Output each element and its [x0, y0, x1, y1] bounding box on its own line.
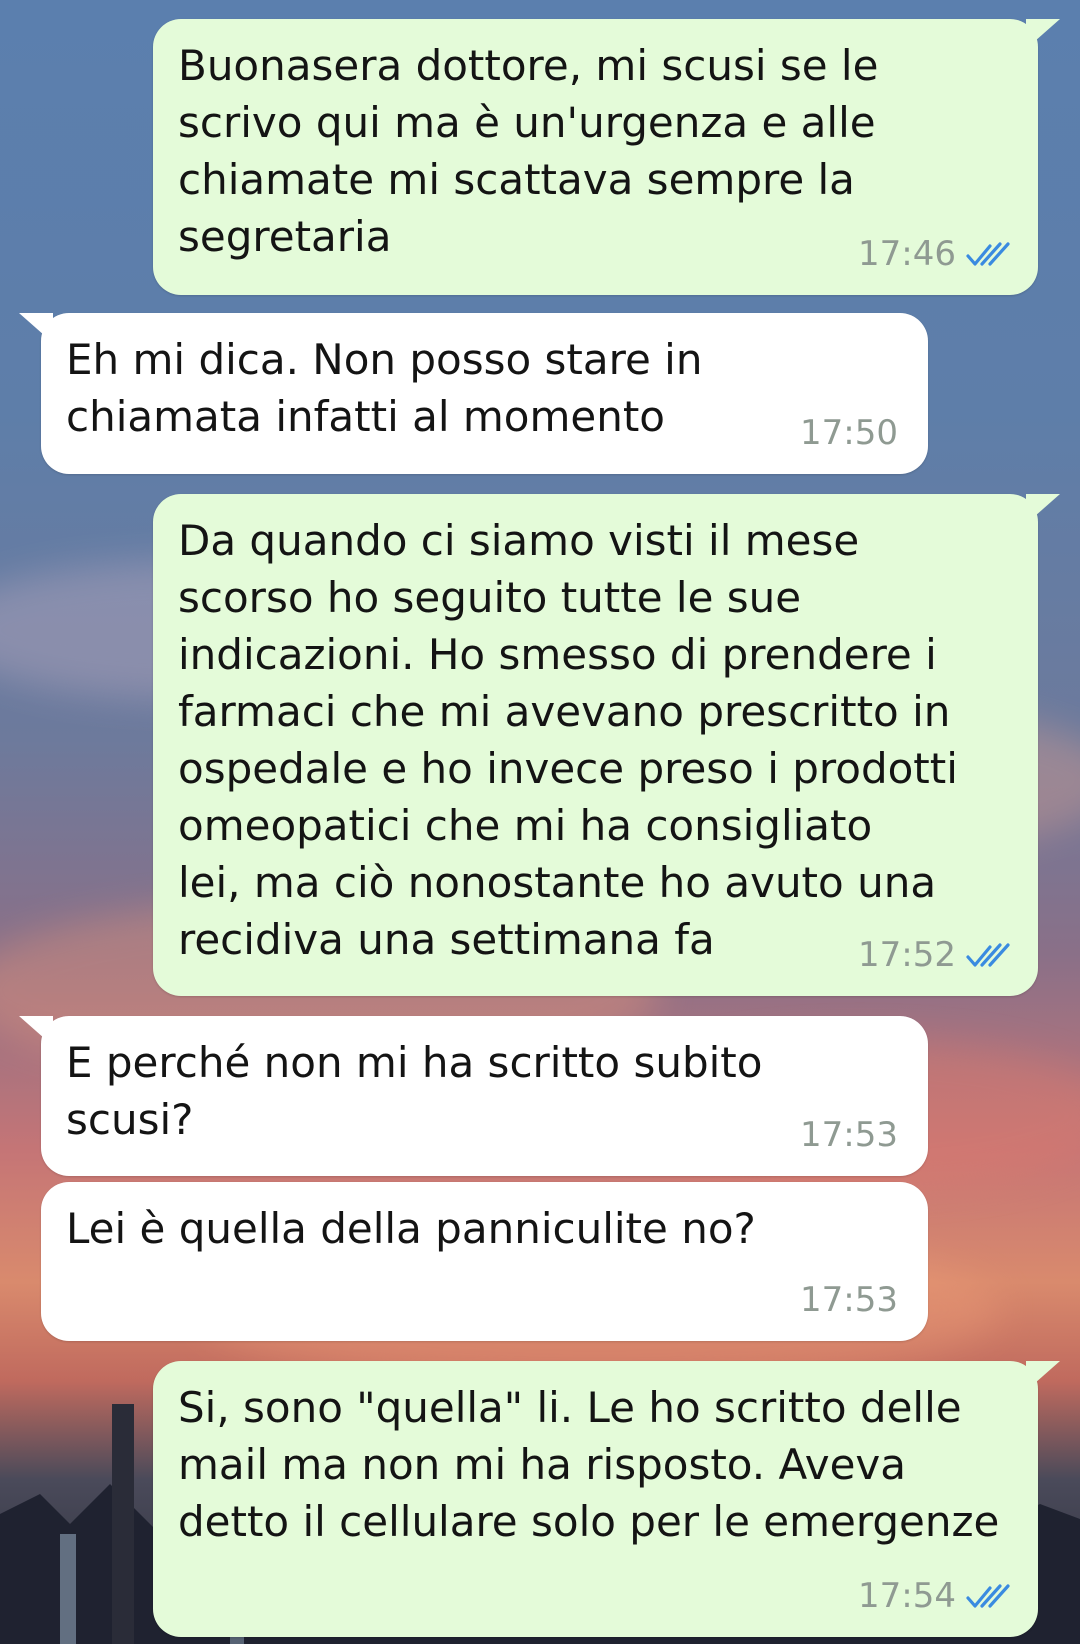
message-time: 17:46 [858, 234, 956, 274]
double-check-read-icon [966, 1583, 1010, 1610]
message-meta: 17:52 [858, 927, 1010, 984]
message-time: 17:54 [858, 1576, 956, 1616]
message-text: Da quando ci siamo visti il mese scorso … [178, 516, 958, 964]
message-bubble-incoming[interactable]: Eh mi dica. Non posso stare in chiamata … [19, 313, 928, 474]
message-text: E perché non mi ha scritto subito scusi? [66, 1038, 763, 1144]
message-meta: 17:53 [800, 1272, 898, 1329]
message-text: Lei è quella della panniculite no? [66, 1204, 756, 1253]
message-time: 17:52 [858, 935, 956, 975]
message-time: 17:53 [800, 1280, 898, 1320]
double-check-read-icon [966, 241, 1010, 268]
message-bubble-outgoing[interactable]: Buonasera dottore, mi scusi se le scrivo… [153, 19, 1060, 295]
message-bubble-incoming[interactable]: Lei è quella della panniculite no? 17:53 [41, 1182, 928, 1341]
message-meta: 17:46 [858, 226, 1010, 283]
message-meta: 17:53 [800, 1107, 898, 1164]
message-meta: 17:50 [800, 405, 898, 462]
message-text: Eh mi dica. Non posso stare in chiamata … [66, 335, 703, 441]
message-time: 17:53 [800, 1115, 898, 1155]
message-text: Si, sono "quella" li. Le ho scritto dell… [178, 1383, 1000, 1546]
message-bubble-incoming[interactable]: E perché non mi ha scritto subito scusi?… [19, 1016, 928, 1176]
message-bubble-outgoing[interactable]: Si, sono "quella" li. Le ho scritto dell… [153, 1361, 1060, 1637]
message-meta: 17:54 [858, 1568, 1010, 1625]
message-time: 17:50 [800, 413, 898, 453]
message-bubble-outgoing[interactable]: Da quando ci siamo visti il mese scorso … [153, 494, 1060, 996]
double-check-read-icon [966, 942, 1010, 969]
